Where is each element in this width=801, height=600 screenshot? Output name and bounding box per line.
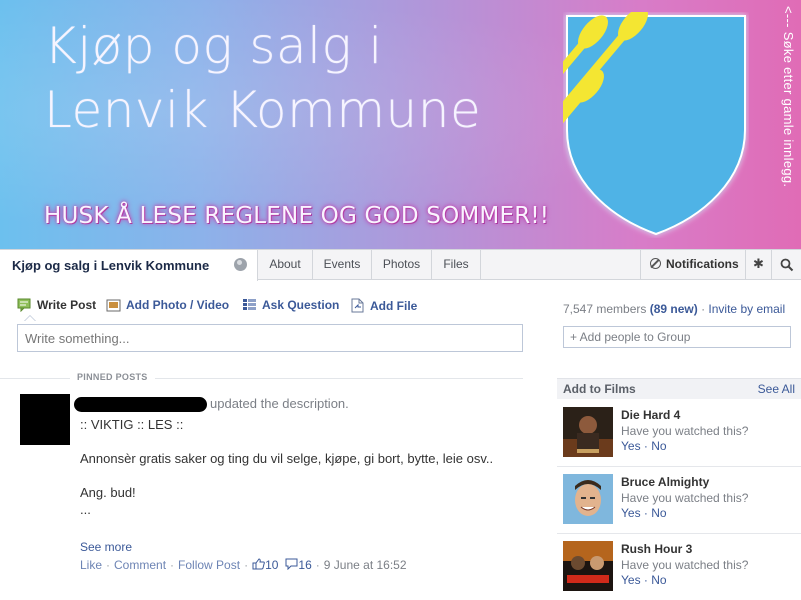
comments-count-value: 16: [298, 558, 312, 572]
film-no-link[interactable]: No: [651, 506, 666, 520]
see-more-link[interactable]: See more: [80, 540, 132, 554]
write-post-tab[interactable]: Write Post: [17, 298, 96, 312]
cover-title-line1: Kjøp og salg i: [44, 17, 383, 75]
avatar[interactable]: [20, 394, 70, 445]
film-yes-link[interactable]: Yes: [621, 506, 641, 520]
cover-title: Kjøp og salg i Lenvik Kommune: [44, 14, 481, 142]
comments-count[interactable]: 16: [285, 558, 312, 572]
film-divider: [557, 533, 801, 534]
film-poster-rush-hour-3[interactable]: [563, 541, 613, 591]
post-body: :: VIKTIG :: LES :: Annonsèr gratis sake…: [80, 416, 500, 518]
members-new[interactable]: (89 new): [650, 302, 698, 316]
film-title[interactable]: Rush Hour 3: [621, 542, 692, 556]
group-navbar: Kjøp og salg i Lenvik Kommune About Even…: [0, 249, 801, 281]
write-something-input[interactable]: Write something...: [17, 324, 523, 352]
film-title[interactable]: Bruce Almighty: [621, 475, 709, 489]
settings-button[interactable]: ✱: [746, 250, 772, 279]
tab-about[interactable]: About: [258, 250, 313, 279]
gear-icon: ✱: [753, 256, 764, 271]
film-divider: [557, 466, 801, 467]
add-photo-tab[interactable]: Add Photo / Video: [106, 298, 229, 312]
like-link[interactable]: Like: [80, 558, 102, 572]
film-item: Bruce Almighty Have you watched this? Ye…: [563, 474, 801, 534]
film-question: Have you watched this?: [621, 558, 749, 572]
post-footer: Like · Comment · Follow Post · 10 16 · 9 June at …: [80, 558, 407, 572]
question-list-icon: [243, 299, 256, 310]
invite-by-email-link[interactable]: Invite by email: [708, 302, 785, 316]
group-name-box: Kjøp og salg i Lenvik Kommune: [0, 249, 258, 281]
members-count[interactable]: 7,547 members: [563, 302, 646, 316]
ask-question-tab[interactable]: Ask Question: [242, 298, 339, 312]
likes-count[interactable]: 10: [252, 558, 278, 572]
file-icon: [351, 298, 364, 313]
post-line-heading: :: VIKTIG :: LES ::: [80, 417, 184, 432]
write-post-label: Write Post: [37, 298, 97, 312]
photo-icon: [106, 299, 121, 312]
pinned-posts-label: PINNED POSTS: [70, 372, 155, 382]
film-title[interactable]: Die Hard 4: [621, 408, 680, 422]
comment-link[interactable]: Comment: [114, 558, 166, 572]
members-summary: 7,547 members (89 new) · Invite by email: [563, 302, 786, 316]
film-yes-link[interactable]: Yes: [621, 573, 641, 587]
cover-tagline: HUSK Å LESE REGLENE OG GOD SOMMER!!: [44, 203, 550, 229]
film-yes-link[interactable]: Yes: [621, 439, 641, 453]
film-answers: Yes · No: [621, 439, 667, 453]
film-item: Rush Hour 3 Have you watched this? Yes ·…: [563, 541, 801, 600]
notifications-off-icon: [650, 258, 661, 269]
redacted-author-name: [74, 397, 207, 412]
film-question: Have you watched this?: [621, 424, 749, 438]
film-answers: Yes · No: [621, 573, 667, 587]
composer-caret: [24, 315, 36, 321]
cover-title-line2: Lenvik Kommune: [44, 81, 482, 139]
ask-question-label: Ask Question: [262, 298, 340, 312]
tab-files[interactable]: Files: [432, 250, 481, 279]
see-all-link[interactable]: See All: [758, 382, 795, 396]
next-section-label: [76, 594, 146, 600]
post-line-ellipsis: ...: [80, 502, 91, 517]
globe-icon: [234, 258, 247, 271]
film-no-link[interactable]: No: [651, 439, 666, 453]
tab-events[interactable]: Events: [313, 250, 372, 279]
post-line-intro: Annonsèr gratis saker og ting du vil sel…: [80, 451, 494, 466]
comment-bubble-icon: [285, 558, 298, 571]
coat-of-arms-icon: [563, 12, 746, 236]
post-line-bid: Ang. bud!: [80, 485, 136, 500]
film-item: Die Hard 4 Have you watched this? Yes · …: [563, 407, 801, 467]
add-file-tab[interactable]: Add File: [350, 298, 417, 313]
films-title: Add to Films: [563, 382, 636, 396]
post-action-text: updated the description.: [210, 396, 349, 411]
film-answers: Yes · No: [621, 506, 667, 520]
films-header: Add to Films See All: [557, 378, 801, 399]
post-date[interactable]: 9 June at 16:52: [324, 558, 407, 572]
likes-count-value: 10: [265, 558, 279, 572]
cover-photo: Kjøp og salg i Lenvik Kommune HUSK Å LES…: [0, 0, 801, 249]
notifications-label: Notifications: [666, 257, 739, 271]
thumbs-up-icon: [252, 558, 265, 570]
notifications-button[interactable]: Notifications: [640, 250, 746, 279]
search-icon: [780, 258, 793, 272]
film-question: Have you watched this?: [621, 491, 749, 505]
write-post-icon: [17, 298, 31, 312]
follow-post-link[interactable]: Follow Post: [178, 558, 240, 572]
tab-photos[interactable]: Photos: [372, 250, 432, 279]
add-people-input[interactable]: + Add people to Group: [563, 326, 791, 348]
film-no-link[interactable]: No: [651, 573, 666, 587]
search-button[interactable]: [772, 250, 801, 279]
group-name-link[interactable]: Kjøp og salg i Lenvik Kommune: [12, 258, 209, 273]
film-poster-die-hard[interactable]: [563, 407, 613, 457]
film-poster-bruce-almighty[interactable]: [563, 474, 613, 524]
add-file-label: Add File: [370, 299, 418, 313]
cover-vertical-note: <--- Søke etter gamle innlegg.: [781, 6, 796, 188]
add-photo-label: Add Photo / Video: [126, 298, 230, 312]
